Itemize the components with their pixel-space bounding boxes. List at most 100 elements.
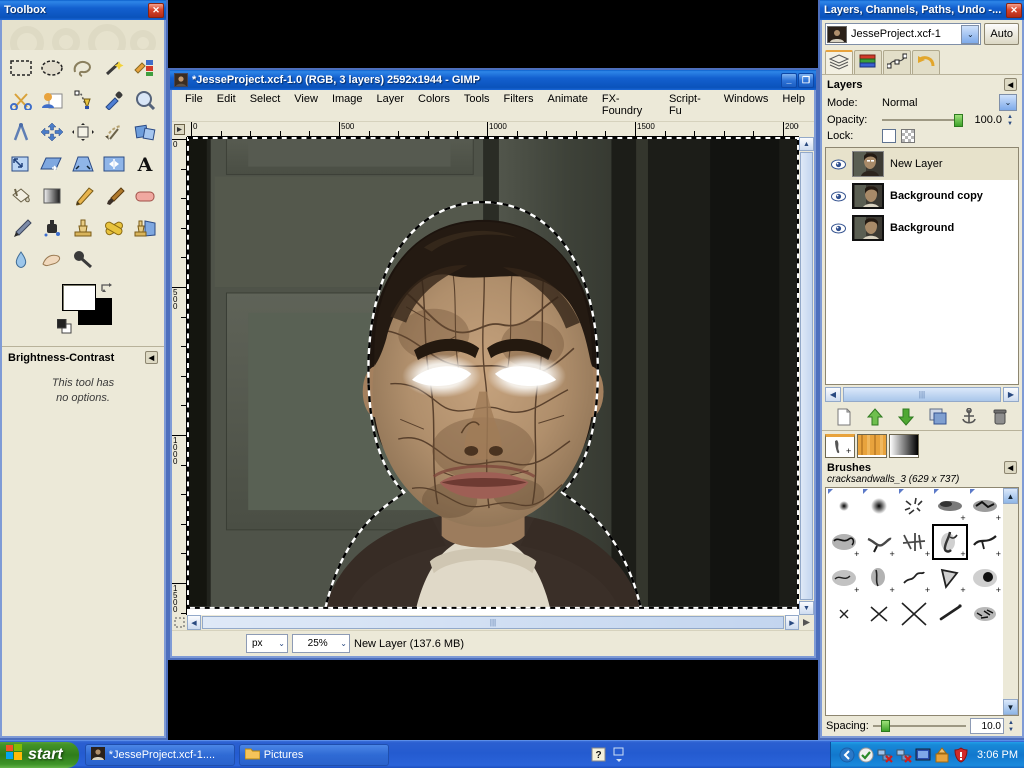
brush-cell[interactable]: + [897, 524, 932, 560]
tab-brushes[interactable]: + [825, 434, 855, 458]
taskbar-item-gimp[interactable]: *JesseProject.xcf-1.... [84, 743, 235, 766]
brush-cell[interactable]: + [968, 560, 1003, 596]
brush-cell[interactable] [897, 596, 932, 632]
lower-layer-button[interactable] [895, 407, 917, 427]
tab-gradients[interactable] [889, 434, 919, 458]
color-picker-tool[interactable] [98, 84, 129, 116]
brush-cell[interactable]: + [968, 488, 1003, 524]
ink-tool[interactable] [37, 212, 68, 244]
dodge-burn-tool[interactable] [68, 244, 99, 276]
brush-cell[interactable]: + [826, 524, 861, 560]
dock-close-button[interactable]: ✕ [1006, 2, 1022, 18]
crop-tool[interactable] [98, 116, 129, 148]
menu-animate[interactable]: Animate [540, 92, 594, 118]
layer-visibility-eye-icon[interactable] [830, 157, 846, 171]
delete-layer-button[interactable] [989, 407, 1011, 427]
image-selector[interactable]: JesseProject.xcf-1 ⌄ [825, 23, 982, 45]
new-layer-button[interactable] [833, 407, 855, 427]
brush-grid[interactable]: + + + + + + + + + + + + [826, 488, 1003, 715]
tray-security-alert-icon[interactable] [953, 746, 969, 763]
zoom-selector[interactable]: 25% ⌄ [292, 634, 350, 653]
foreground-select-tool[interactable] [37, 84, 68, 116]
scale-tool[interactable] [6, 148, 37, 180]
toolbox-close-button[interactable]: ✕ [148, 2, 164, 18]
pencil-tool[interactable] [68, 180, 99, 212]
tray-network-disconnected-1-icon[interactable] [877, 747, 893, 763]
taskbar-item-pictures[interactable]: Pictures [238, 743, 389, 766]
swap-colors-icon[interactable] [100, 282, 112, 294]
tray-display-icon[interactable] [915, 747, 931, 763]
menu-script-fu[interactable]: Script-Fu [662, 92, 717, 118]
toolbox-titlebar[interactable]: Toolbox ✕ [0, 0, 166, 20]
image-canvas[interactable] [187, 137, 799, 615]
brush-cell[interactable] [897, 488, 932, 524]
brush-scroll-up-button[interactable]: ▲ [1003, 488, 1018, 504]
gimp-maximize-button[interactable]: ❐ [798, 72, 814, 88]
menu-colors[interactable]: Colors [411, 92, 457, 118]
text-tool[interactable]: A [129, 148, 160, 180]
spacing-spinner[interactable]: ▲ ▼ [1008, 720, 1018, 733]
brush-cell[interactable] [861, 596, 896, 632]
airbrush-tool[interactable] [6, 212, 37, 244]
brush-cell[interactable]: + [861, 524, 896, 560]
horizontal-ruler[interactable]: 0 500 1000 1500 2000 [187, 122, 799, 137]
brush-cell[interactable] [968, 596, 1003, 632]
rect-select-tool[interactable] [6, 52, 37, 84]
heal-tool[interactable] [98, 212, 129, 244]
layer-opacity-spinner[interactable]: ▲ ▼ [1007, 114, 1017, 127]
tab-channels[interactable] [854, 50, 882, 74]
free-select-tool[interactable] [68, 52, 99, 84]
brush-cell[interactable]: + [932, 488, 967, 524]
tray-shield-check-icon[interactable] [858, 747, 874, 763]
brush-cell[interactable]: + [826, 560, 861, 596]
ellipse-select-tool[interactable] [37, 52, 68, 84]
brush-cell[interactable] [861, 488, 896, 524]
layer-list-horizontal-scrollbar[interactable]: ◀ ||| ▶ [825, 387, 1019, 402]
spacing-slider[interactable] [872, 720, 966, 733]
brush-cell[interactable]: + [968, 524, 1003, 560]
menu-edit[interactable]: Edit [210, 92, 243, 118]
smudge-tool[interactable] [37, 244, 68, 276]
menu-image[interactable]: Image [325, 92, 370, 118]
menu-windows[interactable]: Windows [717, 92, 776, 118]
zoom-tool[interactable] [129, 84, 160, 116]
layer-visibility-eye-icon[interactable] [830, 221, 846, 235]
auto-follow-button[interactable]: Auto [984, 23, 1019, 45]
menu-file[interactable]: File [178, 92, 210, 118]
clone-tool[interactable] [68, 212, 99, 244]
shear-tool[interactable] [37, 148, 68, 180]
perspective-clone-tool[interactable] [129, 212, 160, 244]
menu-layer[interactable]: Layer [370, 92, 412, 118]
scroll-track[interactable]: ||| [843, 387, 1001, 402]
gimp-minimize-button[interactable]: _ [781, 72, 797, 88]
tray-network-disconnected-2-icon[interactable] [896, 747, 912, 763]
perspective-tool[interactable] [68, 148, 99, 180]
foreground-color-swatch[interactable] [62, 284, 96, 311]
navigation-preview-button[interactable] [799, 615, 814, 630]
tray-help-icon[interactable]: ? [590, 747, 606, 763]
layer-row-new-layer[interactable]: New Layer [826, 148, 1018, 180]
brush-cell[interactable]: + [861, 560, 896, 596]
vertical-ruler[interactable]: 0 500 1000 1500 [172, 137, 187, 615]
brush-cell[interactable]: + [897, 560, 932, 596]
tab-layers[interactable] [825, 50, 853, 74]
duplicate-layer-button[interactable] [927, 407, 949, 427]
eraser-tool[interactable] [129, 180, 160, 212]
brush-cell[interactable] [826, 488, 861, 524]
brush-cell-selected[interactable]: + [932, 524, 968, 560]
rotate-tool[interactable] [129, 116, 160, 148]
unit-selector[interactable]: px ⌄ [246, 634, 288, 653]
menu-tools[interactable]: Tools [457, 92, 497, 118]
scroll-left-button[interactable]: ◀ [825, 387, 841, 402]
move-tool[interactable] [37, 116, 68, 148]
tray-show-hidden-icon[interactable] [839, 747, 855, 763]
measure-tool[interactable] [6, 116, 37, 148]
tray-update-icon[interactable] [934, 746, 950, 763]
gimp-titlebar[interactable]: *JesseProject.xcf-1.0 (RGB, 3 layers) 25… [170, 70, 816, 90]
raise-layer-button[interactable] [864, 407, 886, 427]
quickmask-toggle-button[interactable] [172, 615, 187, 630]
layer-row-background[interactable]: Background [826, 212, 1018, 244]
layers-panel-collapse-button[interactable]: ◀ [1004, 78, 1017, 91]
select-by-color-tool[interactable] [129, 52, 160, 84]
canvas-vertical-scrollbar[interactable]: ▲ ▼ [799, 137, 814, 615]
